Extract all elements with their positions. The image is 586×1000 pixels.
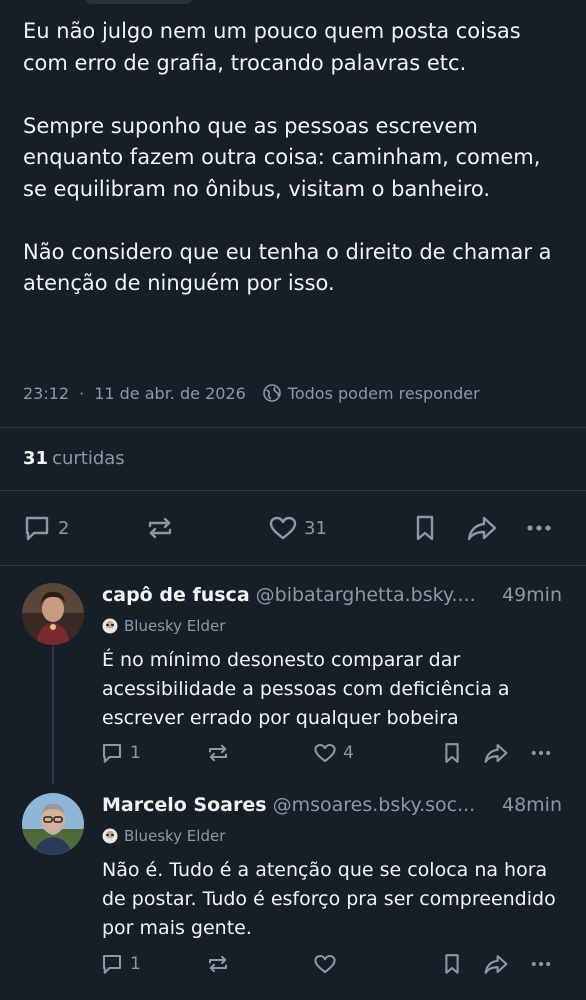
- reply-count: 1: [130, 743, 141, 763]
- share-icon: [484, 743, 508, 763]
- repost-icon: [208, 955, 228, 973]
- post-paragraph: Sempre suponho que as pessoas escrevem e…: [23, 113, 541, 201]
- likes-summary[interactable]: 31 curtidas: [23, 448, 125, 469]
- like-button[interactable]: 4: [313, 741, 354, 765]
- repost-button[interactable]: [145, 513, 175, 543]
- badge-label: Bluesky Elder: [124, 617, 226, 635]
- more-options-button[interactable]: [528, 741, 554, 765]
- reply-actions: 1: [0, 952, 586, 982]
- share-icon: [467, 516, 497, 541]
- comment-icon: [102, 954, 122, 974]
- more-options-button[interactable]: [524, 513, 554, 543]
- avatar-image: [22, 583, 84, 645]
- globe-icon: [262, 384, 281, 402]
- elder-badge: Bluesky Elder: [102, 617, 225, 635]
- divider: [0, 490, 586, 491]
- repost-button[interactable]: [206, 952, 230, 976]
- share-button[interactable]: [466, 513, 498, 543]
- heart-icon: [269, 516, 297, 540]
- more-options-button[interactable]: [528, 952, 554, 976]
- post-actions: 2 31: [0, 510, 586, 546]
- reply-text: Não é. Tudo é a atenção que se coloca na…: [102, 859, 556, 939]
- heart-icon: [314, 743, 336, 763]
- reply-text: É no mínimo desonesto comparar dar acess…: [102, 649, 510, 729]
- previous-element-edge: [86, 0, 192, 4]
- like-count: 4: [343, 743, 354, 763]
- more-icon: [527, 525, 551, 531]
- repost-icon: [208, 744, 228, 762]
- more-icon: [531, 961, 551, 967]
- repost-icon: [148, 517, 172, 539]
- likes-label: curtidas: [52, 448, 125, 469]
- like-button[interactable]: [313, 952, 343, 976]
- reply-time[interactable]: 49min: [502, 584, 562, 606]
- display-name: Marcelo Soares: [102, 794, 267, 816]
- avatar-image: [22, 793, 84, 855]
- handle: @bibatarghetta.bsky....: [255, 584, 476, 606]
- post-paragraph: Eu não julgo nem um pouco quem posta coi…: [23, 19, 521, 75]
- likes-count: 31: [23, 448, 49, 469]
- reply-author[interactable]: Marcelo Soares @msoares.bsky.soc...: [102, 794, 475, 816]
- reply-count: 1: [130, 954, 141, 974]
- comment-icon: [25, 516, 49, 541]
- avatar[interactable]: [22, 583, 84, 645]
- reply-author[interactable]: capô de fusca @bibatarghetta.bsky....: [102, 584, 476, 606]
- reply-button[interactable]: 1: [100, 952, 141, 976]
- badge-label: Bluesky Elder: [124, 827, 226, 845]
- bookmark-button[interactable]: [440, 952, 464, 976]
- post-time: 23:12: [23, 383, 70, 403]
- handle: @msoares.bsky.soc...: [272, 794, 476, 816]
- bookmark-icon: [445, 743, 459, 763]
- elder-badge: Bluesky Elder: [102, 827, 225, 845]
- divider: [0, 427, 586, 428]
- reply-time[interactable]: 48min: [502, 794, 562, 816]
- like-count: 31: [304, 517, 327, 539]
- reply-count: 2: [58, 517, 70, 539]
- repost-button[interactable]: [206, 741, 230, 765]
- separator-dot: ·: [79, 383, 85, 403]
- elder-badge-icon: [102, 828, 118, 844]
- post-date: 11 de abr. de 2026: [94, 383, 246, 403]
- share-button[interactable]: [483, 952, 509, 976]
- share-icon: [484, 954, 508, 974]
- bookmark-icon: [416, 515, 434, 541]
- share-button[interactable]: [483, 741, 509, 765]
- like-button[interactable]: 31: [268, 513, 327, 543]
- post-meta: 23:12 · 11 de abr. de 2026 Todos podem r…: [23, 383, 480, 403]
- divider: [0, 565, 586, 566]
- avatar[interactable]: [22, 793, 84, 855]
- post-paragraph: Não considero que eu tenha o direito de …: [23, 239, 552, 296]
- bookmark-button[interactable]: [410, 513, 440, 543]
- heart-icon: [314, 954, 336, 974]
- display-name: capô de fusca: [102, 584, 250, 606]
- elder-badge-icon: [102, 618, 118, 634]
- reply-setting[interactable]: Todos podem responder: [288, 384, 480, 403]
- post-body: Eu não julgo nem um pouco quem posta coi…: [23, 16, 568, 331]
- reply-actions: 1 4: [0, 741, 586, 771]
- comment-icon: [102, 743, 122, 763]
- bookmark-button[interactable]: [440, 741, 464, 765]
- bookmark-icon: [445, 954, 459, 974]
- more-icon: [531, 750, 551, 756]
- reply-button[interactable]: 1: [100, 741, 141, 765]
- reply-button[interactable]: 2: [22, 513, 69, 543]
